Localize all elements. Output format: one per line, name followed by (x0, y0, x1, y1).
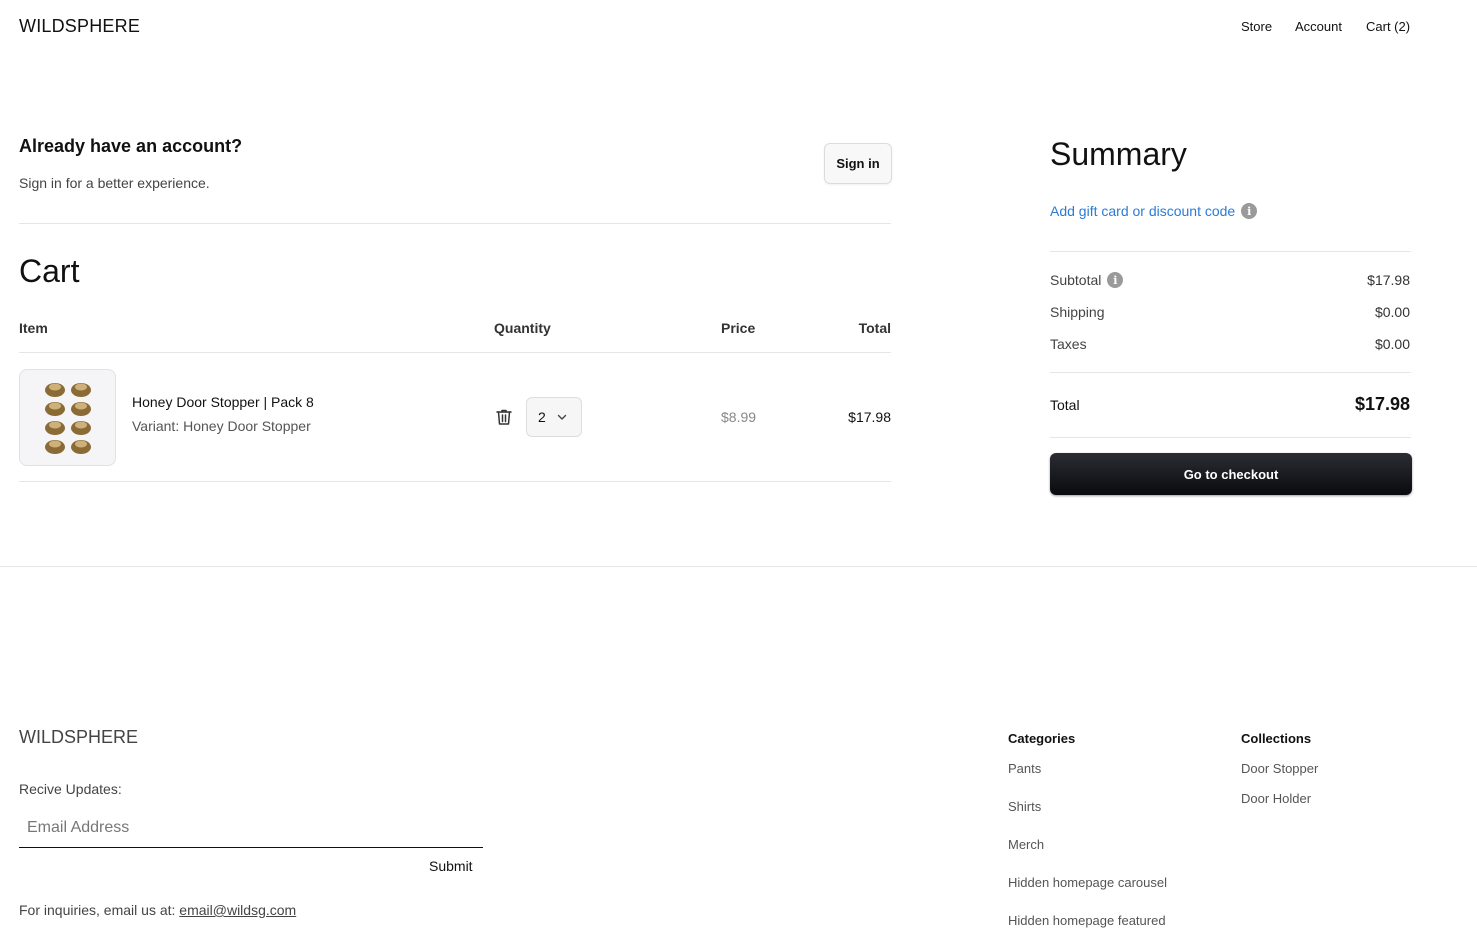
footer-brand[interactable]: WILDSPHERE (19, 727, 138, 748)
section-divider (0, 566, 1477, 567)
divider (19, 223, 891, 224)
divider (19, 481, 891, 482)
subtotal-value: $17.98 (1367, 272, 1410, 288)
chevron-down-icon (557, 414, 567, 420)
signin-subtitle: Sign in for a better experience. (19, 175, 210, 191)
cart-title: Cart (19, 253, 80, 289)
nav-account-link[interactable]: Account (1295, 19, 1342, 34)
quantity-select[interactable]: 2 (526, 397, 582, 437)
product-name[interactable]: Honey Door Stopper | Pack 8 (132, 394, 314, 410)
taxes-value: $0.00 (1374, 336, 1410, 352)
footer-link-hidden-carousel[interactable]: Hidden homepage carousel (1008, 875, 1167, 890)
email-field[interactable] (19, 808, 483, 848)
sign-in-button[interactable]: Sign in (824, 143, 892, 184)
divider (1050, 372, 1411, 373)
line-total: $17.98 (848, 409, 891, 425)
footer-link-pants[interactable]: Pants (1008, 761, 1041, 776)
quantity-value: 2 (538, 409, 546, 425)
shipping-value: $0.00 (1374, 304, 1410, 320)
footer-link-door-holder[interactable]: Door Holder (1241, 791, 1311, 806)
collections-heading: Collections (1241, 731, 1312, 746)
inquiry-label: For inquiries, email us at: (19, 902, 180, 918)
updates-label: Recive Updates: (19, 781, 122, 797)
checkout-button[interactable]: Go to checkout (1050, 453, 1412, 495)
brand-logo[interactable]: WILDSPHERE (19, 16, 140, 37)
shipping-label: Shipping (1050, 304, 1105, 320)
categories-heading: Categories (1008, 731, 1076, 746)
subtotal-label: Subtotal i (1050, 272, 1124, 288)
divider (1050, 437, 1411, 438)
nav-store-link[interactable]: Store (1241, 19, 1272, 34)
column-header-total: Total (858, 320, 891, 336)
trash-icon[interactable] (494, 407, 514, 427)
info-icon[interactable]: i (1241, 203, 1258, 219)
product-image (45, 383, 91, 454)
subtotal-label-text: Subtotal (1050, 272, 1102, 288)
column-header-item: Item (19, 320, 48, 336)
taxes-label: Taxes (1050, 336, 1087, 352)
product-thumbnail[interactable] (19, 369, 116, 466)
column-header-price: Price (721, 320, 756, 336)
divider (1050, 251, 1411, 252)
submit-button[interactable]: Submit (429, 858, 473, 874)
footer-link-hidden-featured[interactable]: Hidden homepage featured (1008, 913, 1166, 928)
gift-card-link[interactable]: Add gift card or discount code i (1050, 203, 1258, 219)
product-variant: Variant: Honey Door Stopper (132, 418, 311, 434)
footer-link-shirts[interactable]: Shirts (1008, 799, 1041, 814)
summary-title: Summary (1050, 136, 1187, 172)
unit-price: $8.99 (721, 409, 757, 425)
inquiry-email-link[interactable]: email@wildsg.com (179, 902, 296, 918)
footer-link-merch[interactable]: Merch (1008, 837, 1044, 852)
top-navigation: WILDSPHERE Store Account Cart (2) (0, 0, 1477, 54)
gift-card-link-label: Add gift card or discount code (1050, 203, 1236, 219)
info-icon[interactable]: i (1107, 272, 1124, 288)
inquiry-text: For inquiries, email us at: email@wildsg… (19, 902, 296, 918)
column-header-quantity: Quantity (494, 320, 551, 336)
signin-heading: Already have an account? (19, 136, 243, 156)
divider (19, 352, 891, 353)
nav-cart-link[interactable]: Cart (2) (1366, 19, 1410, 34)
footer-link-door-stopper[interactable]: Door Stopper (1241, 761, 1318, 776)
total-label: Total (1050, 397, 1080, 413)
total-value: $17.98 (1354, 394, 1410, 414)
